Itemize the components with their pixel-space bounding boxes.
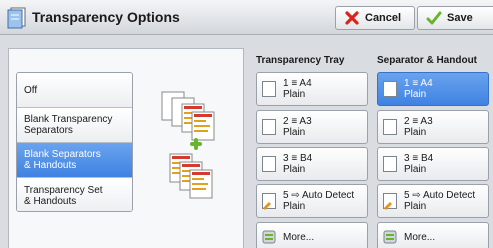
option-transparency-set-handouts[interactable]: Transparency Set & Handouts [17, 178, 132, 211]
option-label: Blank Separators & Handouts [24, 149, 101, 171]
option-label: Off [24, 84, 38, 96]
transparency-tray-1[interactable]: 1 ≡ A4 Plain [256, 72, 368, 106]
separator-handout-heading: Separator & Handout [377, 55, 478, 66]
paper-icon [383, 81, 397, 97]
transparency-tray-5-bypass[interactable]: 5 ⇨ Auto Detect Plain [256, 184, 368, 218]
save-label: Save [447, 12, 473, 24]
cancel-button[interactable]: Cancel [335, 6, 415, 30]
tray-label: 3 ≡ B4 [283, 153, 313, 164]
cancel-x-icon [345, 11, 359, 25]
tray-label: 3 ≡ B4 [404, 153, 434, 164]
transparency-tray-heading: Transparency Tray [256, 55, 345, 66]
transparency-tray-3[interactable]: 3 ≡ B4 Plain [256, 147, 368, 181]
tray-paper-type: Plain [283, 89, 306, 100]
checkmark-icon [426, 11, 442, 25]
transparency-tray-2[interactable]: 2 ≡ A3 Plain [256, 110, 368, 144]
option-off[interactable]: Off [17, 73, 132, 108]
tray-paper-type: Plain [283, 164, 306, 175]
tray-paper-type: Plain [404, 201, 427, 212]
more-trays-icon [262, 230, 276, 244]
paper-icon [262, 156, 276, 172]
transparency-options-icon [7, 7, 26, 29]
bypass-tray-icon [262, 193, 276, 210]
paper-icon [383, 156, 397, 172]
separators-handouts-illustration [161, 91, 215, 199]
tray-paper-type: Plain [404, 164, 427, 175]
separator-tray-1[interactable]: 1 ≡ A4 Plain [377, 72, 489, 106]
bypass-tray-icon [383, 193, 397, 210]
paper-icon [262, 81, 276, 97]
separator-more-button[interactable]: More... [377, 222, 489, 248]
paper-icon [262, 119, 276, 135]
separator-tray-5-bypass[interactable]: 5 ⇨ Auto Detect Plain [377, 184, 489, 218]
more-label: More... [404, 231, 436, 243]
option-label: Blank Transparency Separators [24, 114, 113, 136]
tray-label: 1 ≡ A4 [404, 78, 433, 89]
tray-label: 1 ≡ A4 [283, 78, 312, 89]
tray-label: 2 ≡ A3 [404, 116, 433, 127]
tray-paper-type: Plain [404, 89, 427, 100]
transparency-option-list: Off Blank Transparency Separators Blank … [16, 72, 133, 212]
tray-paper-type: Plain [283, 127, 306, 138]
option-blank-transparency-separators[interactable]: Blank Transparency Separators [17, 108, 132, 143]
separator-tray-2[interactable]: 2 ≡ A3 Plain [377, 110, 489, 144]
more-trays-icon [383, 230, 397, 244]
tray-paper-type: Plain [404, 127, 427, 138]
tray-label: 5 ⇨ Auto Detect [283, 190, 355, 201]
save-button[interactable]: Save [417, 6, 493, 30]
tray-label: 2 ≡ A3 [283, 116, 312, 127]
option-label: Transparency Set & Handouts [24, 184, 103, 207]
more-label: More... [283, 231, 315, 243]
option-blank-separators-handouts[interactable]: Blank Separators & Handouts [17, 143, 132, 178]
transparency-more-button[interactable]: More... [256, 222, 368, 248]
page-title: Transparency Options [32, 9, 180, 25]
paper-icon [383, 119, 397, 135]
cancel-label: Cancel [365, 12, 402, 24]
title-bar: Transparency Options Cancel Save [0, 0, 493, 35]
tray-label: 5 ⇨ Auto Detect [404, 190, 476, 201]
separator-tray-3[interactable]: 3 ≡ B4 Plain [377, 147, 489, 181]
tray-paper-type: Plain [283, 201, 306, 212]
